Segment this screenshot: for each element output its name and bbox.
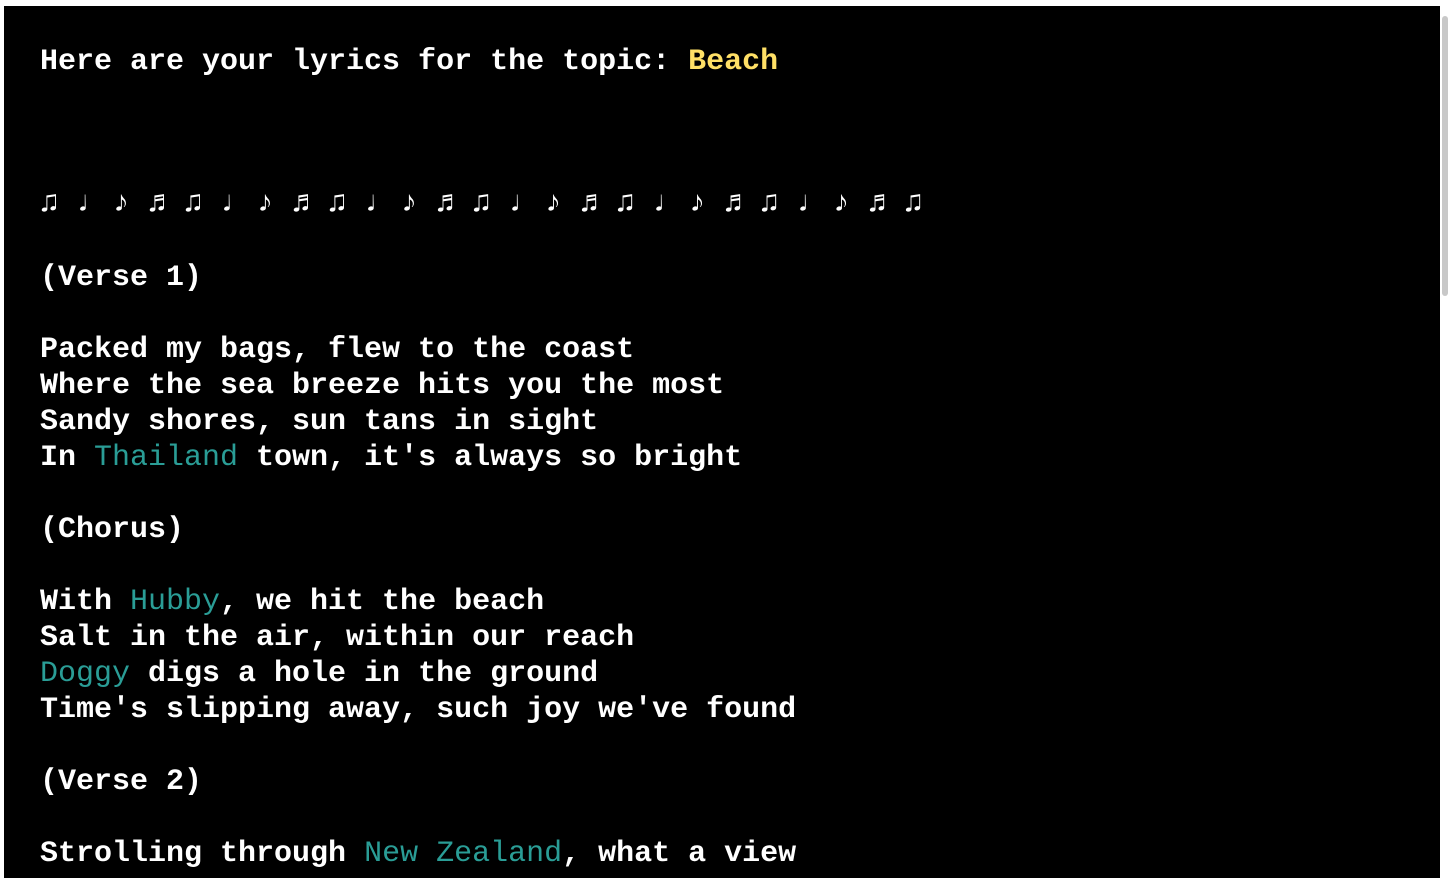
lyric-text: digs a hole in the ground — [130, 657, 599, 691]
lyric-line: Where the sea breeze hits you the most — [40, 369, 725, 403]
lyric-line: Packed my bags, flew to the coast — [40, 333, 635, 367]
lyric-text: In — [40, 441, 95, 475]
lyric-line: Strolling through New Zealand, what a vi… — [40, 836, 796, 872]
lyric-line: Salt in the air, within our reach — [40, 621, 635, 655]
verse-1-label: (Verse 1) — [40, 261, 203, 295]
highlighted-name: New Zealand — [364, 837, 563, 871]
chorus-label: (Chorus) — [40, 513, 185, 547]
topic-name: Beach — [688, 45, 779, 79]
lyric-text: Strolling through — [40, 837, 365, 871]
lyric-text: , what a view — [562, 837, 797, 871]
header-line: Here are your lyrics for the topic: Beac… — [40, 44, 778, 80]
music-notes-line: ♫ ♩ ♪ ♬ ♫ ♩ ♪ ♬ ♫ ♩ ♪ ♬ ♫ ♩ ♪ ♬ ♫ ♩ ♪ ♬ … — [40, 187, 923, 221]
lyric-line: In Thailand town, it's always so bright — [40, 440, 742, 476]
terminal-output: Here are your lyrics for the topic: Beac… — [4, 6, 1440, 878]
highlighted-name: Doggy — [40, 657, 131, 691]
lyric-line: Sandy shores, sun tans in sight — [40, 405, 599, 439]
highlighted-name: Thailand — [94, 441, 239, 475]
highlighted-name: Hubby — [130, 585, 221, 619]
lyric-line: Time's slipping away, such joy we've fou… — [40, 693, 797, 727]
lyric-text: With — [40, 585, 131, 619]
lyric-line: With Hubby, we hit the beach — [40, 584, 544, 620]
scrollbar[interactable] — [1440, 6, 1450, 878]
lyric-text: , we hit the beach — [220, 585, 545, 619]
verse-2-label: (Verse 2) — [40, 765, 203, 799]
lyric-line: Doggy digs a hole in the ground — [40, 656, 598, 692]
header-prefix: Here are your lyrics for the topic: — [40, 45, 689, 79]
lyric-text: town, it's always so bright — [238, 441, 743, 475]
scrollbar-thumb[interactable] — [1442, 16, 1448, 296]
